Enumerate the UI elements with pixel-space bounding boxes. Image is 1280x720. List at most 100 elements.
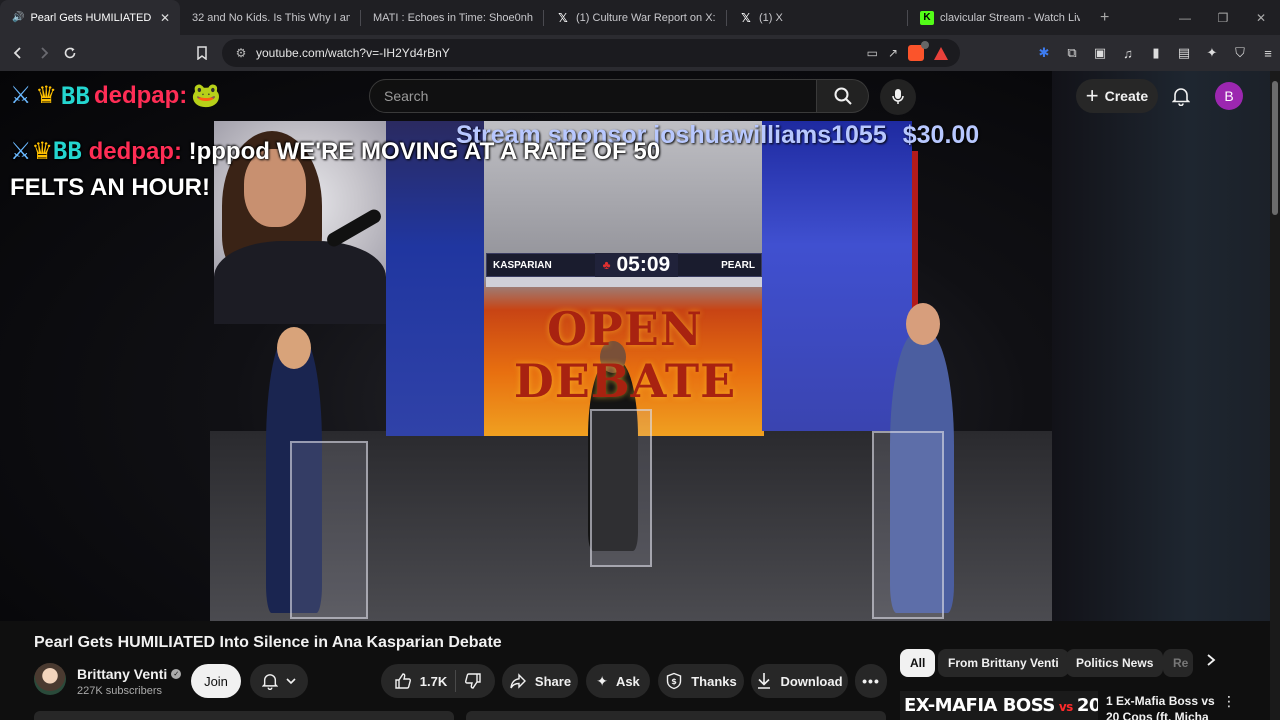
- tab-32-and-no-kids[interactable]: 32 and No Kids. Is This Why I am: [180, 0, 360, 35]
- recommendation-thumbnail[interactable]: EX-MAFIA BOSSvs20 COPS: [900, 691, 1098, 720]
- brave-rewards-icon[interactable]: [934, 46, 948, 60]
- vpn-icon[interactable]: ✱: [1036, 45, 1052, 61]
- more-horizontal-icon: •••: [862, 673, 880, 689]
- restore-icon[interactable]: ❐: [1204, 11, 1242, 25]
- scoreboard-timer: ♣ 05:09: [594, 253, 679, 277]
- webcam-body: [214, 241, 386, 324]
- share-button[interactable]: Share: [502, 664, 578, 698]
- recommendation-title[interactable]: 1 Ex-Mafia Boss vs 20 Cops (ft. Micha: [1106, 693, 1216, 720]
- scoreboard-left-name: KASPARIAN: [493, 259, 552, 271]
- tab-title: (1) X: [759, 11, 783, 24]
- chip-from-brittany-venti[interactable]: From Brittany Venti: [938, 649, 1069, 677]
- crown-badge-icon: ♛: [35, 82, 58, 109]
- ask-label: Ask: [615, 673, 640, 689]
- comments-box[interactable]: [466, 711, 886, 720]
- video-player[interactable]: KASPARIAN ♣ 05:09 PEARL OPEN DEBATE Stre…: [0, 71, 1052, 621]
- speaker-icon[interactable]: 🔊: [12, 12, 24, 23]
- tab-pearl-humiliated[interactable]: 🔊 Pearl Gets HUMILIATED I ✕: [0, 0, 180, 35]
- like-button[interactable]: 1.7K: [394, 672, 447, 690]
- site-settings-icon[interactable]: ⚙: [228, 46, 254, 60]
- extensions-icon[interactable]: ⧉: [1064, 45, 1080, 61]
- tab-mati-echoes[interactable]: MATI : Echoes in Time: Shoe0nh: [361, 0, 543, 35]
- screenshot-icon[interactable]: ▣: [1092, 45, 1108, 61]
- x-icon: 𝕏: [741, 10, 751, 25]
- search-icon: [834, 87, 852, 105]
- search-button[interactable]: [817, 79, 869, 113]
- video-right-backdrop: [1052, 71, 1280, 621]
- media-icon[interactable]: ♫: [1120, 46, 1136, 61]
- open-debate-backdrop: OPEN DEBATE: [490, 303, 760, 407]
- search-input[interactable]: [384, 88, 816, 104]
- forward-icon[interactable]: [32, 41, 56, 65]
- tab-title: MATI : Echoes in Time: Shoe0nh: [373, 11, 533, 24]
- tab-title: clavicular Stream - Watch Live o: [940, 11, 1080, 24]
- chat-username: dedpap:: [88, 138, 182, 165]
- join-button[interactable]: Join: [191, 664, 241, 698]
- close-window-icon[interactable]: ✕: [1242, 11, 1280, 25]
- microphone-icon: [892, 89, 904, 104]
- share-icon: [510, 673, 526, 689]
- scoreboard-right-name: PEARL: [721, 259, 755, 271]
- dislike-button[interactable]: [464, 672, 482, 690]
- brave-shields-icon[interactable]: [908, 41, 929, 61]
- account-avatar[interactable]: B: [1215, 82, 1243, 110]
- chat-overlay-top: ⚔ ♛ BB dedpap: 🐸: [10, 81, 221, 110]
- sword-badge-icon: ⚔: [10, 138, 32, 165]
- bell-icon: [1172, 88, 1190, 106]
- right-lectern: [872, 431, 944, 619]
- channel-name[interactable]: Brittany Venti ✓: [77, 666, 182, 682]
- url-text[interactable]: youtube.com/watch?v=-IH2Yd4rBnY: [256, 46, 867, 60]
- address-bar[interactable]: ⚙ youtube.com/watch?v=-IH2Yd4rBnY ▭ ↗: [222, 39, 960, 67]
- download-label: Download: [780, 673, 843, 689]
- create-label: Create: [1104, 88, 1149, 104]
- tab-culture-war-report[interactable]: 𝕏 (1) Culture War Report on X: "D: [544, 0, 726, 35]
- sidebar-icon[interactable]: ▮: [1148, 45, 1164, 61]
- more-actions-button[interactable]: •••: [855, 664, 887, 698]
- chevron-right-icon[interactable]: [1206, 653, 1216, 672]
- scrollbar-thumb[interactable]: [1272, 81, 1278, 215]
- menu-icon[interactable]: ≡: [1260, 46, 1276, 61]
- download-icon: [758, 673, 771, 689]
- download-button[interactable]: Download: [751, 664, 848, 698]
- notifications-button[interactable]: [1168, 83, 1194, 109]
- chip-politics-news[interactable]: Politics News: [1066, 649, 1164, 677]
- chevron-down-icon: [286, 678, 296, 685]
- close-icon[interactable]: ✕: [160, 11, 170, 25]
- maple-leaf-icon: ♣: [602, 258, 611, 272]
- thanks-button[interactable]: $ Thanks: [658, 664, 744, 698]
- chip-related[interactable]: Re: [1163, 649, 1193, 677]
- chip-all[interactable]: All: [900, 649, 936, 677]
- share-label: Share: [534, 673, 572, 689]
- leo-ai-icon[interactable]: ✦: [1204, 45, 1220, 61]
- backdrop-text-debate: DEBATE: [513, 354, 737, 408]
- more-vertical-icon[interactable]: ⋮: [1222, 693, 1236, 710]
- ask-button[interactable]: ✦ Ask: [586, 664, 650, 698]
- thanks-icon: $: [667, 672, 682, 690]
- reload-icon[interactable]: [58, 41, 82, 65]
- share-page-icon[interactable]: ↗: [888, 46, 898, 60]
- channel-avatar[interactable]: [34, 663, 66, 695]
- x-icon: 𝕏: [558, 10, 568, 25]
- cast-icon[interactable]: ▭: [867, 46, 878, 60]
- page-scrollbar[interactable]: [1270, 71, 1280, 720]
- chat-message: ⚔♛BB dedpap: !pppod WE'RE MOVING AT A RA…: [10, 133, 730, 206]
- plus-icon: +: [1085, 83, 1099, 108]
- vpn-shield-icon[interactable]: ⛉: [1232, 45, 1248, 61]
- create-button[interactable]: + Create: [1076, 79, 1158, 113]
- description-box[interactable]: [34, 711, 454, 720]
- back-icon[interactable]: [6, 41, 30, 65]
- voice-search-button[interactable]: [880, 79, 916, 115]
- tab-clavicular-stream[interactable]: K clavicular Stream - Watch Live o: [908, 0, 1090, 35]
- tab-strip: 🔊 Pearl Gets HUMILIATED I ✕ 32 and No Ki…: [0, 0, 1280, 35]
- notification-bell-button[interactable]: [250, 664, 308, 698]
- bookmark-icon[interactable]: [190, 41, 214, 65]
- minimize-icon[interactable]: —: [1166, 11, 1204, 25]
- new-tab-button[interactable]: +: [1100, 9, 1109, 27]
- wallet-icon[interactable]: ▤: [1176, 45, 1192, 61]
- thumbs-up-icon: [395, 673, 411, 689]
- channel-name-text[interactable]: Brittany Venti: [77, 666, 167, 682]
- window-controls: — ❐ ✕: [1166, 0, 1280, 35]
- tab-title: (1) Culture War Report on X: "D: [576, 11, 716, 24]
- timer-text: 05:09: [616, 253, 671, 276]
- tab-x[interactable]: 𝕏 (1) X: [727, 0, 907, 35]
